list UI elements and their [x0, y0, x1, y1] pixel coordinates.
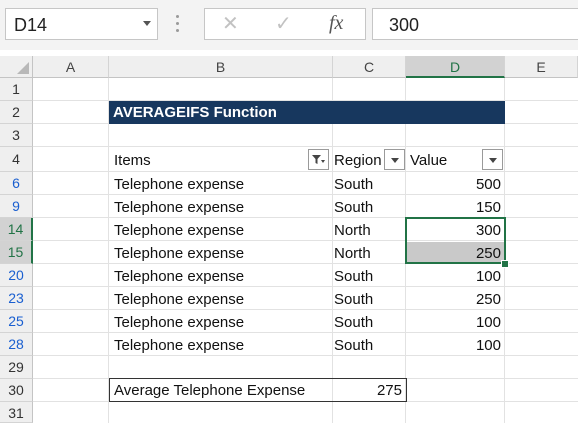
row-header-14[interactable]: 14: [0, 218, 33, 241]
dropdown-arrow-icon: [489, 158, 497, 163]
enter-icon[interactable]: ✓: [275, 11, 292, 36]
table-title: AVERAGEIFS Function: [109, 101, 505, 124]
fill-handle[interactable]: [501, 260, 509, 268]
column-header-b[interactable]: B: [109, 56, 333, 78]
name-box-dropdown-icon[interactable]: [143, 21, 151, 26]
filter-active-button[interactable]: [308, 149, 329, 170]
filter-dropdown-value[interactable]: [482, 149, 503, 170]
cell-value[interactable]: 150: [406, 199, 501, 216]
cell-region[interactable]: South: [334, 291, 373, 308]
cell-region[interactable]: South: [334, 314, 373, 331]
insert-function-icon[interactable]: fx: [329, 12, 343, 35]
row-header-15[interactable]: 15: [0, 241, 33, 264]
selection-border: [405, 217, 506, 264]
row-header-3[interactable]: 3: [0, 124, 33, 147]
cell-value[interactable]: 250: [406, 291, 501, 308]
gridline: [108, 78, 109, 423]
cell-region[interactable]: South: [334, 176, 373, 193]
column-header-c[interactable]: C: [333, 56, 406, 78]
cell-region[interactable]: North: [334, 222, 371, 239]
row-header-9[interactable]: 9: [0, 195, 33, 218]
cell-item[interactable]: Telephone expense: [114, 245, 244, 262]
cell-value[interactable]: 500: [406, 176, 501, 193]
header-region: Region: [334, 152, 382, 169]
row-header-28[interactable]: 28: [0, 333, 33, 356]
cell-region[interactable]: North: [334, 245, 371, 262]
row-header-25[interactable]: 25: [0, 310, 33, 333]
drag-handle-icon[interactable]: [176, 15, 180, 35]
cell-item[interactable]: Telephone expense: [114, 337, 244, 354]
row-header-30[interactable]: 30: [0, 379, 33, 402]
header-value: Value: [410, 152, 448, 169]
column-header-d[interactable]: D: [406, 56, 505, 78]
average-label[interactable]: Average Telephone Expense: [114, 382, 305, 399]
cell-item[interactable]: Telephone expense: [114, 291, 244, 308]
cell-item[interactable]: Telephone expense: [114, 222, 244, 239]
gridline: [33, 332, 578, 333]
cell-item[interactable]: Telephone expense: [114, 176, 244, 193]
row-header-2[interactable]: 2: [0, 101, 33, 124]
cell-value[interactable]: 100: [406, 314, 501, 331]
gridline: [332, 78, 333, 423]
dropdown-arrow-icon: [391, 158, 399, 163]
cancel-icon[interactable]: ✕: [222, 11, 239, 36]
header-items: Items: [114, 152, 151, 169]
cell-item[interactable]: Telephone expense: [114, 314, 244, 331]
gridline: [33, 194, 578, 195]
gridline: [33, 309, 578, 310]
cell-value[interactable]: 100: [406, 337, 501, 354]
cell-item[interactable]: Telephone expense: [114, 268, 244, 285]
row-header-29[interactable]: 29: [0, 356, 33, 379]
gridline: [33, 355, 578, 356]
row-header-6[interactable]: 6: [0, 172, 33, 195]
cell-item[interactable]: Telephone expense: [114, 199, 244, 216]
gridline: [33, 146, 578, 147]
name-box[interactable]: D14: [5, 8, 158, 40]
row-header-4[interactable]: 4: [0, 147, 33, 172]
select-all-icon: [17, 62, 29, 74]
name-box-value: D14: [14, 15, 48, 35]
row-header-23[interactable]: 23: [0, 287, 33, 310]
gridline: [33, 171, 578, 172]
formula-value: 300: [389, 15, 420, 35]
row-header-31[interactable]: 31: [0, 402, 33, 423]
formula-bar-area: D14 ✕ ✓ fx 300: [0, 0, 578, 50]
average-value[interactable]: 275: [333, 382, 402, 399]
column-header-a[interactable]: A: [33, 56, 109, 78]
cell-value[interactable]: 100: [406, 268, 501, 285]
filter-dropdown-region[interactable]: [384, 149, 405, 170]
column-header-e[interactable]: E: [505, 56, 578, 78]
filter-funnel-icon: [312, 155, 325, 164]
formula-input[interactable]: 300: [372, 8, 578, 40]
row-header-1[interactable]: 1: [0, 78, 33, 101]
gridline: [33, 286, 578, 287]
formula-buttons: ✕ ✓ fx: [204, 8, 366, 40]
row-header-20[interactable]: 20: [0, 264, 33, 287]
cell-region[interactable]: South: [334, 337, 373, 354]
cell-region[interactable]: South: [334, 199, 373, 216]
cell-region[interactable]: South: [334, 268, 373, 285]
